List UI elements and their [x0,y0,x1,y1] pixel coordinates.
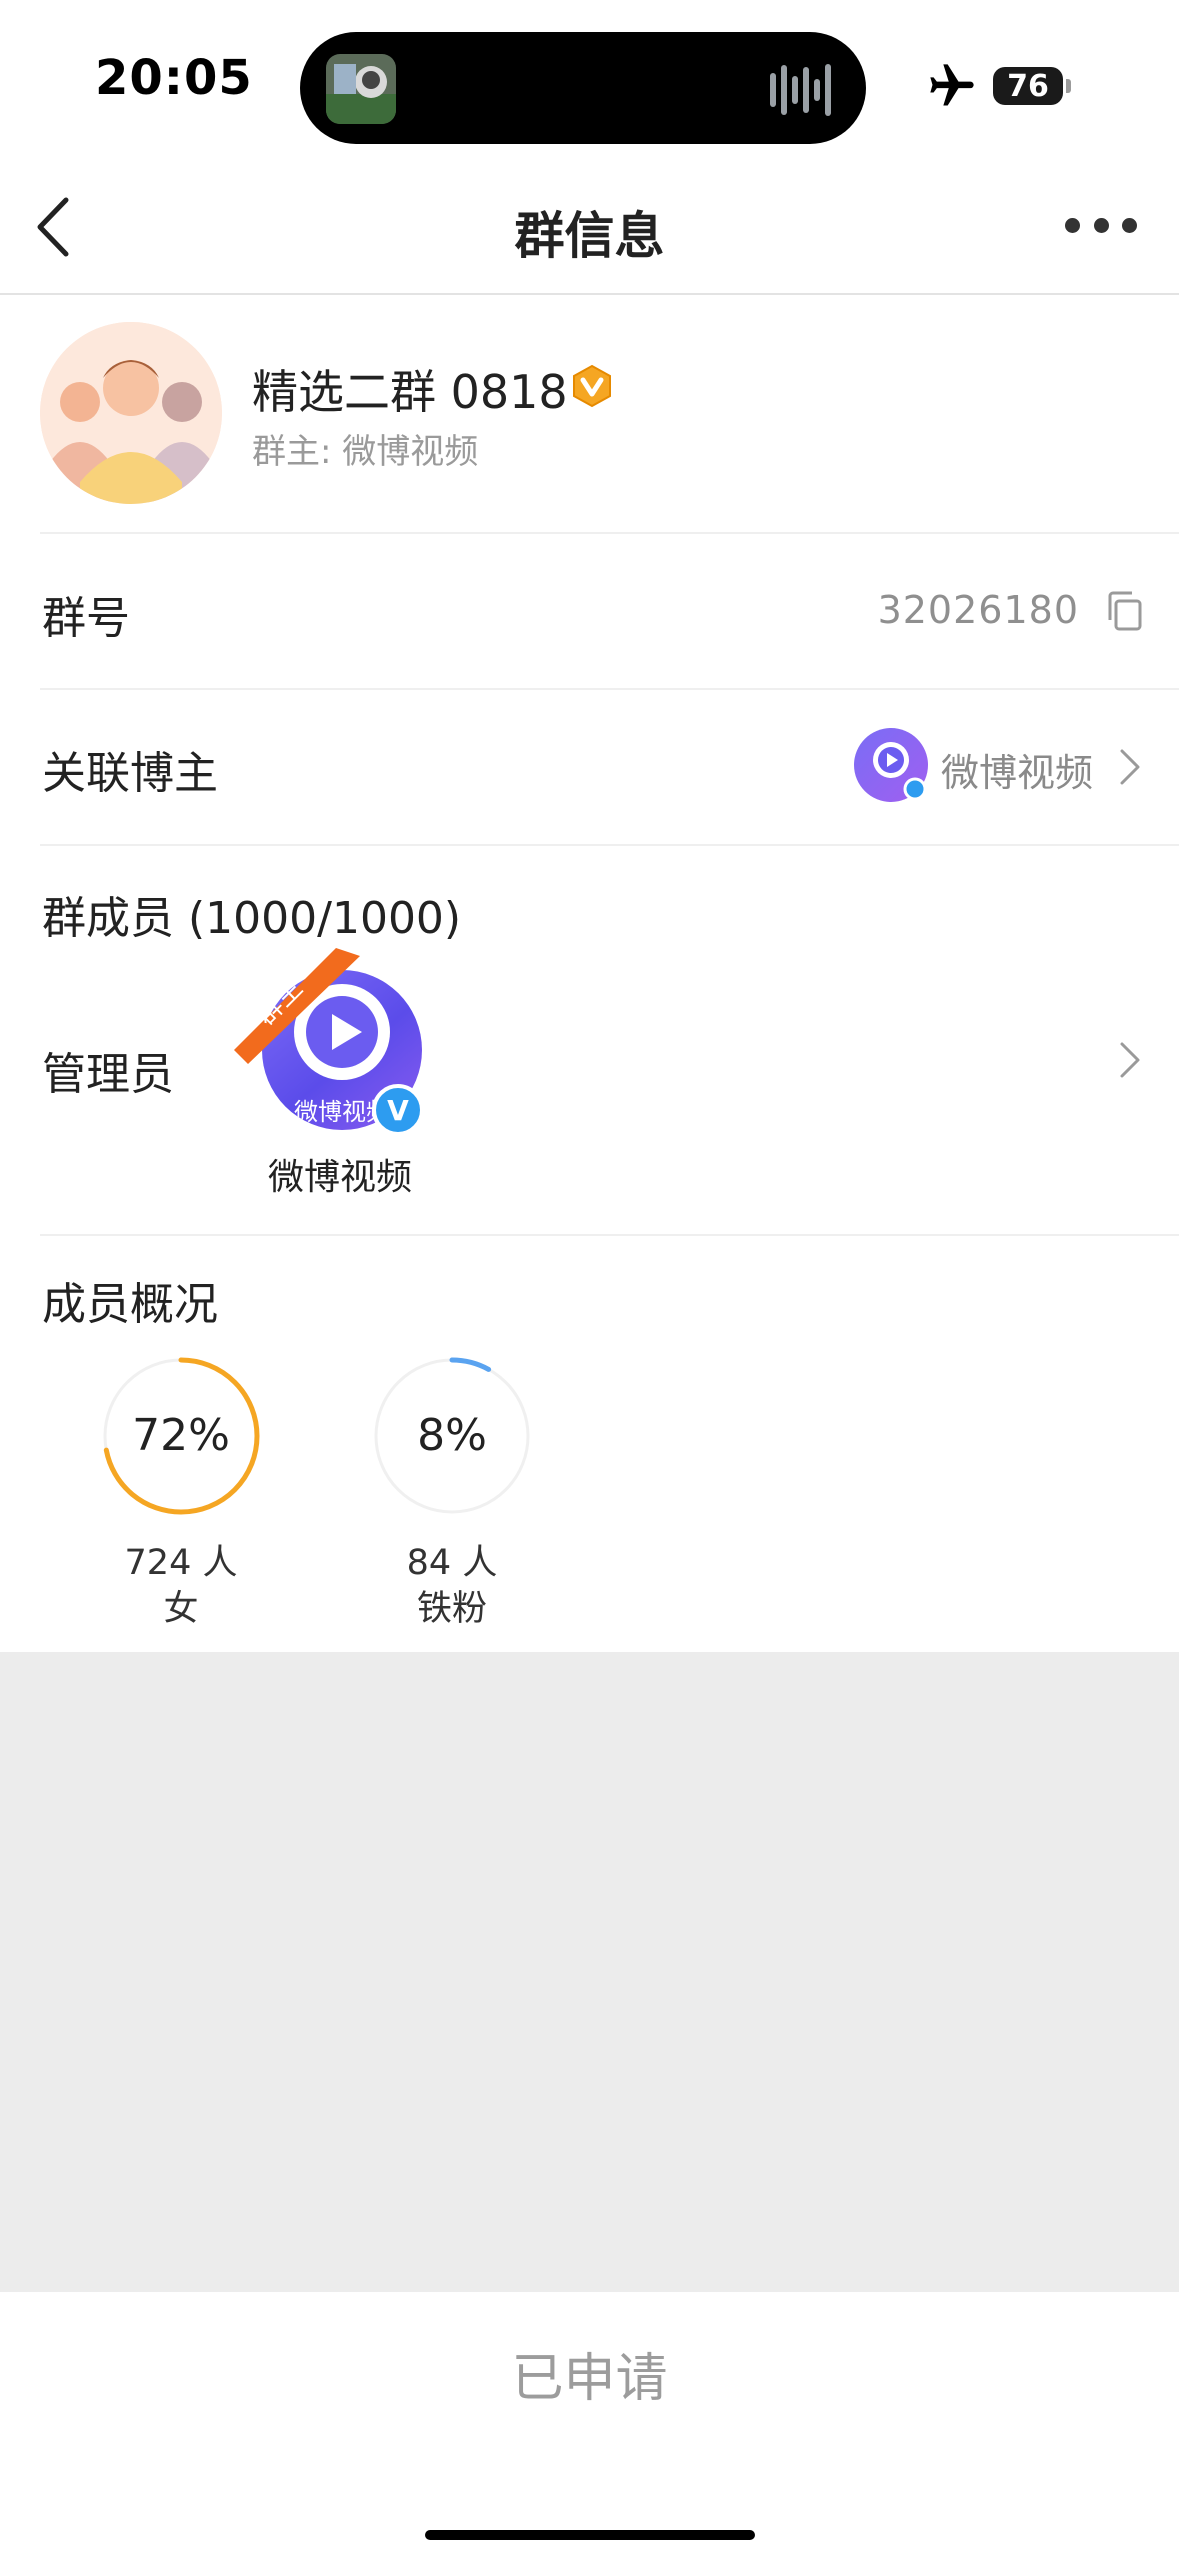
iron-fans-count: 84 人 [406,1543,498,1583]
group-members-label[interactable]: 群成员 (1000/1000) [42,882,461,946]
linked-blogger-name[interactable]: 微博视频 [941,742,1093,797]
copy-icon[interactable] [1106,590,1144,632]
group-avatar[interactable] [40,322,222,504]
airplane-icon [926,60,978,112]
audio-wave-icon [770,62,836,118]
iron-fans-label: 铁粉 [416,1589,487,1629]
more-button[interactable] [1065,205,1137,245]
admin-name: 微博视频 [267,1157,412,1198]
linked-blogger-label: 关联博主 [42,748,218,799]
group-id-label: 群号 [42,593,130,644]
group-owner: 群主: 微博视频 [252,432,479,472]
now-playing-thumbnail [326,54,396,124]
divider [40,532,1179,534]
status-time: 20:05 [95,50,253,106]
group-name: 精选二群 0818 [252,365,568,419]
more-dots-icon [1065,217,1080,233]
nav-divider [0,293,1179,295]
vip-badge-icon [570,364,614,408]
dynamic-island[interactable] [300,32,866,144]
page-title: 群信息 [514,207,665,265]
applied-button[interactable]: 已申请 [0,2336,1179,2411]
home-indicator[interactable] [425,2530,755,2540]
female-ratio-percent: 72% [132,1410,230,1461]
owner-ribbon: 群主 [232,946,372,1066]
battery-indicator: 76 [993,67,1063,105]
blogger-avatar[interactable] [854,728,928,802]
divider [40,688,1179,690]
divider [40,844,1179,846]
female-label: 女 [163,1589,199,1629]
chevron-right-icon[interactable] [1118,1040,1142,1080]
chevron-right-icon[interactable] [1118,747,1142,787]
overview-label: 成员概况 [42,1279,218,1330]
empty-area [0,1652,1179,2292]
female-count: 724 人 [124,1543,238,1583]
group-id-value: 32026180 [877,588,1079,632]
battery-tip [1066,79,1071,93]
divider [40,1234,1179,1236]
iron-fans-ratio-percent: 8% [417,1410,487,1461]
admins-label: 管理员 [42,1049,174,1100]
verified-icon: V [372,1084,424,1136]
